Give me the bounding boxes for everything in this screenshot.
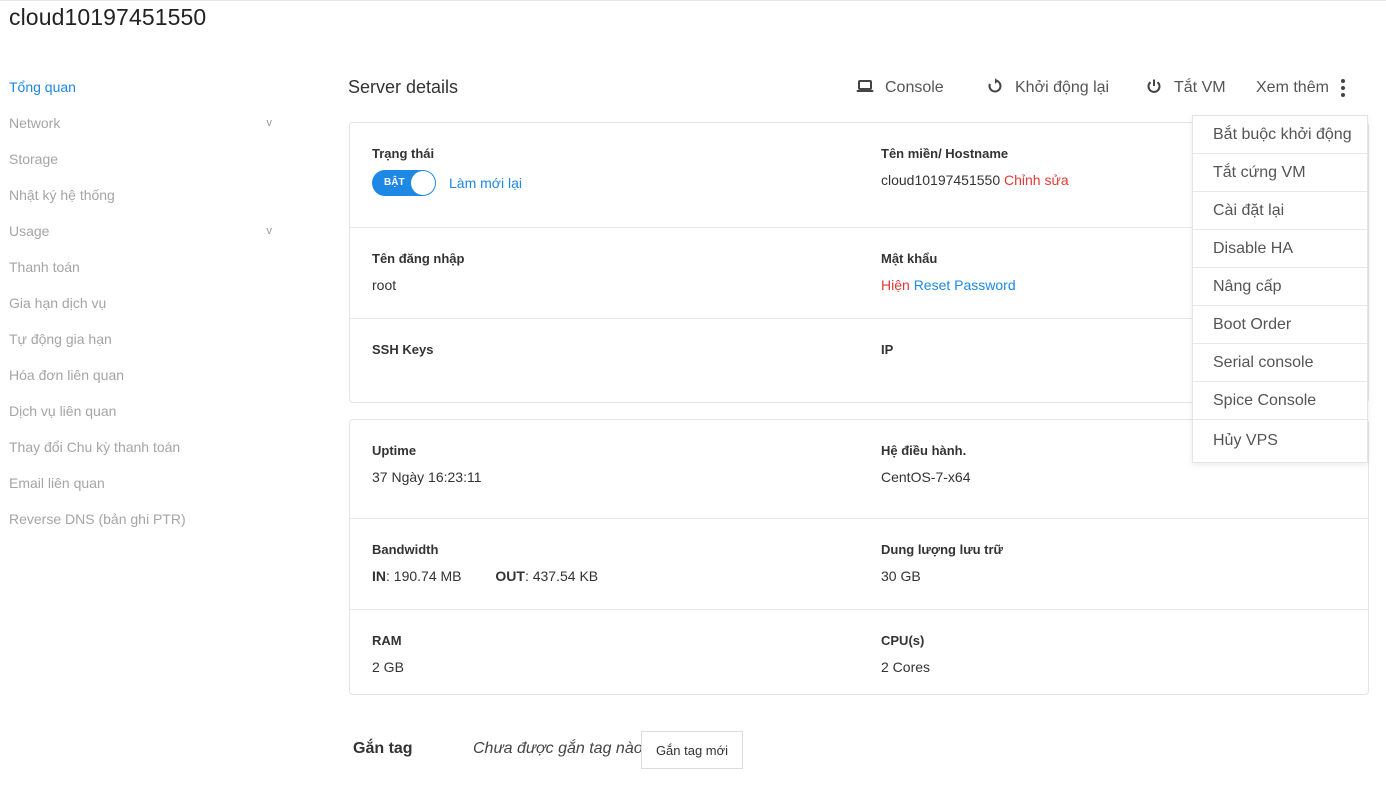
sidebar-item-label: Thanh toán — [9, 259, 80, 275]
bandwidth-in: IN: 190.74 MB — [372, 568, 462, 584]
cpu-label: CPU(s) — [881, 633, 925, 648]
sidebar-item-system-log[interactable]: Nhật ký hệ thống — [9, 177, 274, 213]
tags-label: Gắn tag — [353, 740, 413, 757]
chevron-down-icon: v — [266, 117, 273, 129]
cpu-value: 2 Cores — [881, 659, 931, 675]
sidebar-item-renew[interactable]: Gia hạn dịch vụ — [9, 285, 274, 321]
sidebar-item-label: Hóa đơn liên quan — [9, 367, 125, 383]
refresh-link[interactable]: Làm mới lại — [449, 175, 522, 191]
status-label: Trạng thái — [372, 146, 435, 161]
tags-empty-text: Chưa được gắn tag nào — [473, 740, 643, 757]
reset-password-link[interactable]: Reset Password — [914, 277, 1016, 293]
bandwidth-out: OUT: 437.54 KB — [495, 568, 599, 584]
sidebar-item-storage[interactable]: Storage — [9, 141, 274, 177]
show-password-link[interactable]: Hiện — [881, 277, 910, 293]
sidebar-item-label: Tự động gia hạn — [9, 331, 112, 347]
ip-label: IP — [881, 342, 894, 357]
menu-item-hard-shutdown[interactable]: Tắt cứng VM — [1193, 154, 1367, 192]
sidebar-item-auto-renew[interactable]: Tự động gia hạn — [9, 321, 274, 357]
sidebar-item-billing-cycle[interactable]: Thay đổi Chu kỳ thanh toán — [9, 429, 274, 465]
sidebar-item-label: Gia hạn dịch vụ — [9, 295, 107, 311]
storage-value: 30 GB — [881, 568, 921, 584]
username-label: Tên đăng nhập — [372, 251, 465, 266]
menu-item-boot-order[interactable]: Boot Order — [1193, 306, 1367, 344]
page-title: cloud10197451550 — [9, 4, 207, 30]
menu-item-reinstall[interactable]: Cài đặt lại — [1193, 192, 1367, 230]
menu-item-cancel-vps[interactable]: Hủy VPS — [1193, 420, 1367, 462]
console-button[interactable]: Console — [855, 79, 944, 98]
sidebar-item-label: Tổng quan — [9, 79, 76, 95]
top-divider — [0, 0, 1386, 1]
shutdown-button[interactable]: Tắt VM — [1144, 78, 1226, 99]
sidebar-item-overview[interactable]: Tổng quan — [9, 69, 274, 105]
stats-row-ram-cpu: RAM 2 GB CPU(s) 2 Cores — [350, 610, 1368, 694]
hostname-label: Tên miền/ Hostname — [881, 146, 1009, 161]
sidebar-item-reverse-dns[interactable]: Reverse DNS (bản ghi PTR) — [9, 501, 274, 537]
ssh-keys-label: SSH Keys — [372, 342, 434, 357]
menu-item-disable-ha[interactable]: Disable HA — [1193, 230, 1367, 268]
sidebar-item-label: Storage — [9, 151, 59, 167]
os-label: Hệ điều hành. — [881, 443, 967, 458]
shutdown-label: Tắt VM — [1174, 79, 1226, 96]
console-label: Console — [885, 79, 944, 96]
sidebar-item-invoices[interactable]: Hóa đơn liên quan — [9, 357, 274, 393]
toggle-knob — [411, 171, 435, 195]
laptop-icon — [855, 79, 875, 98]
status-toggle-text: BẬT — [384, 177, 405, 188]
sidebar-item-network[interactable]: Network v — [9, 105, 274, 141]
sidebar-item-emails[interactable]: Email liên quan — [9, 465, 274, 501]
hostname-edit-link[interactable]: Chỉnh sửa — [1004, 172, 1069, 188]
sidebar-item-billing[interactable]: Thanh toán — [9, 249, 274, 285]
sidebar-item-label: Reverse DNS (bản ghi PTR) — [9, 511, 186, 527]
storage-label: Dung lượng lưu trữ — [881, 542, 1003, 557]
more-label: Xem thêm — [1256, 79, 1329, 96]
sidebar-item-label: Dịch vụ liên quan — [9, 403, 117, 419]
username-value: root — [372, 277, 397, 293]
menu-item-upgrade[interactable]: Nâng cấp — [1193, 268, 1367, 306]
stats-row-bandwidth: Bandwidth IN: 190.74 MB OUT: 437.54 KB D… — [350, 519, 1368, 610]
password-label: Mật khẩu — [881, 251, 938, 266]
sidebar: Tổng quan Network v Storage Nhật ký hệ th… — [9, 69, 274, 537]
bandwidth-label: Bandwidth — [372, 542, 439, 557]
sidebar-item-label: Nhật ký hệ thống — [9, 187, 115, 203]
power-icon — [1144, 78, 1164, 99]
menu-item-spice-console[interactable]: Spice Console — [1193, 382, 1367, 420]
os-value: CentOS-7-x64 — [881, 469, 971, 485]
sidebar-item-label: Email liên quan — [9, 475, 105, 491]
restart-button[interactable]: Khởi động lại — [985, 77, 1110, 99]
ram-label: RAM — [372, 633, 402, 648]
sidebar-item-usage[interactable]: Usage v — [9, 213, 274, 249]
ram-value: 2 GB — [372, 659, 404, 675]
uptime-value: 37 Ngày 16:23:11 — [372, 469, 482, 485]
hostname-value: cloud10197451550 — [881, 172, 1001, 188]
more-button[interactable]: Xem thêm — [1256, 79, 1347, 97]
restart-label: Khởi động lại — [1015, 79, 1110, 96]
status-toggle[interactable]: BẬT — [372, 170, 436, 196]
sidebar-item-label: Thay đổi Chu kỳ thanh toán — [9, 439, 181, 455]
section-title: Server details — [348, 77, 459, 97]
uptime-label: Uptime — [372, 443, 417, 458]
menu-item-force-reboot[interactable]: Bắt buộc khởi động — [1193, 116, 1367, 154]
more-actions-dropdown: Bắt buộc khởi động Tắt cứng VM Cài đặt l… — [1192, 115, 1368, 463]
chevron-down-icon: v — [266, 225, 273, 237]
add-tag-button[interactable]: Gắn tag mới — [641, 731, 743, 769]
refresh-icon — [985, 77, 1005, 99]
sidebar-item-related-services[interactable]: Dịch vụ liên quan — [9, 393, 274, 429]
kebab-menu-icon — [1340, 79, 1347, 97]
menu-item-serial-console[interactable]: Serial console — [1193, 344, 1367, 382]
sidebar-item-label: Network — [9, 115, 61, 131]
sidebar-item-label: Usage — [9, 223, 50, 239]
